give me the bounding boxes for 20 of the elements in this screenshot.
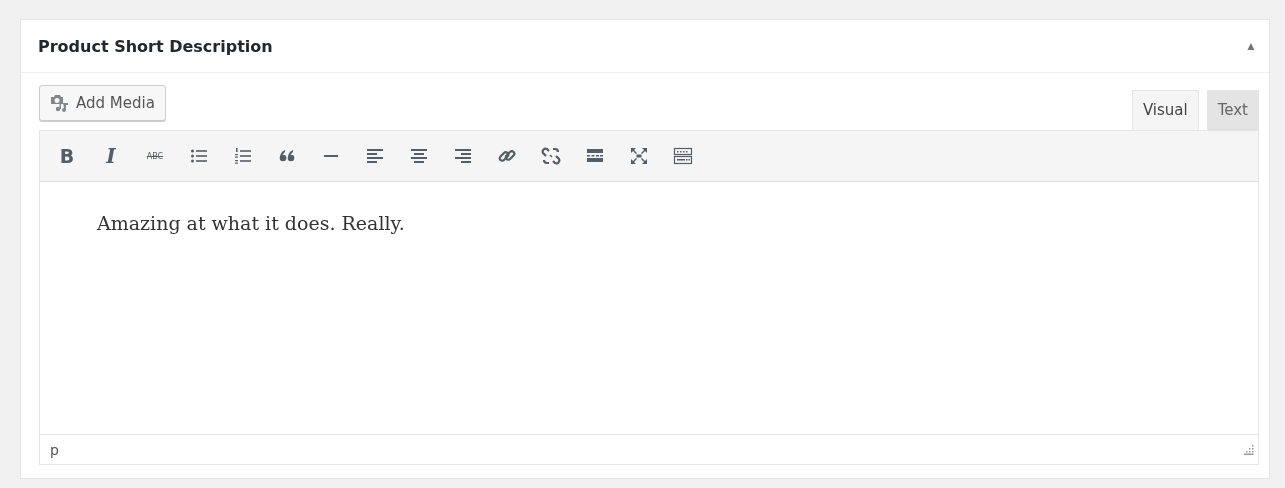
keyboard-icon (673, 146, 693, 166)
horizontal-line-icon (324, 155, 338, 157)
align-left-icon (365, 146, 385, 166)
broken-link-icon (541, 146, 561, 166)
description-text: Amazing at what it does. Really. (97, 212, 405, 234)
editor-tab[interactable]: Text (1206, 90, 1259, 130)
bold-button[interactable]: B (52, 141, 82, 171)
element-path: p (50, 441, 59, 458)
align-center-icon (409, 146, 429, 166)
numbered-list-icon (233, 146, 253, 166)
fullscreen-icon (629, 146, 649, 166)
panel-title: Product Short Description (38, 36, 273, 56)
italic-button[interactable]: I (96, 141, 126, 171)
camera-music-icon (50, 93, 70, 113)
resize-handle-icon[interactable] (1244, 444, 1254, 455)
align-right-icon (453, 146, 473, 166)
add-media-button[interactable]: Add Media (39, 85, 166, 121)
collapse-toggle[interactable]: ▲ (1245, 39, 1257, 53)
strikethrough-button[interactable]: ABC (140, 141, 170, 171)
editor-tab[interactable]: Visual (1131, 90, 1199, 130)
